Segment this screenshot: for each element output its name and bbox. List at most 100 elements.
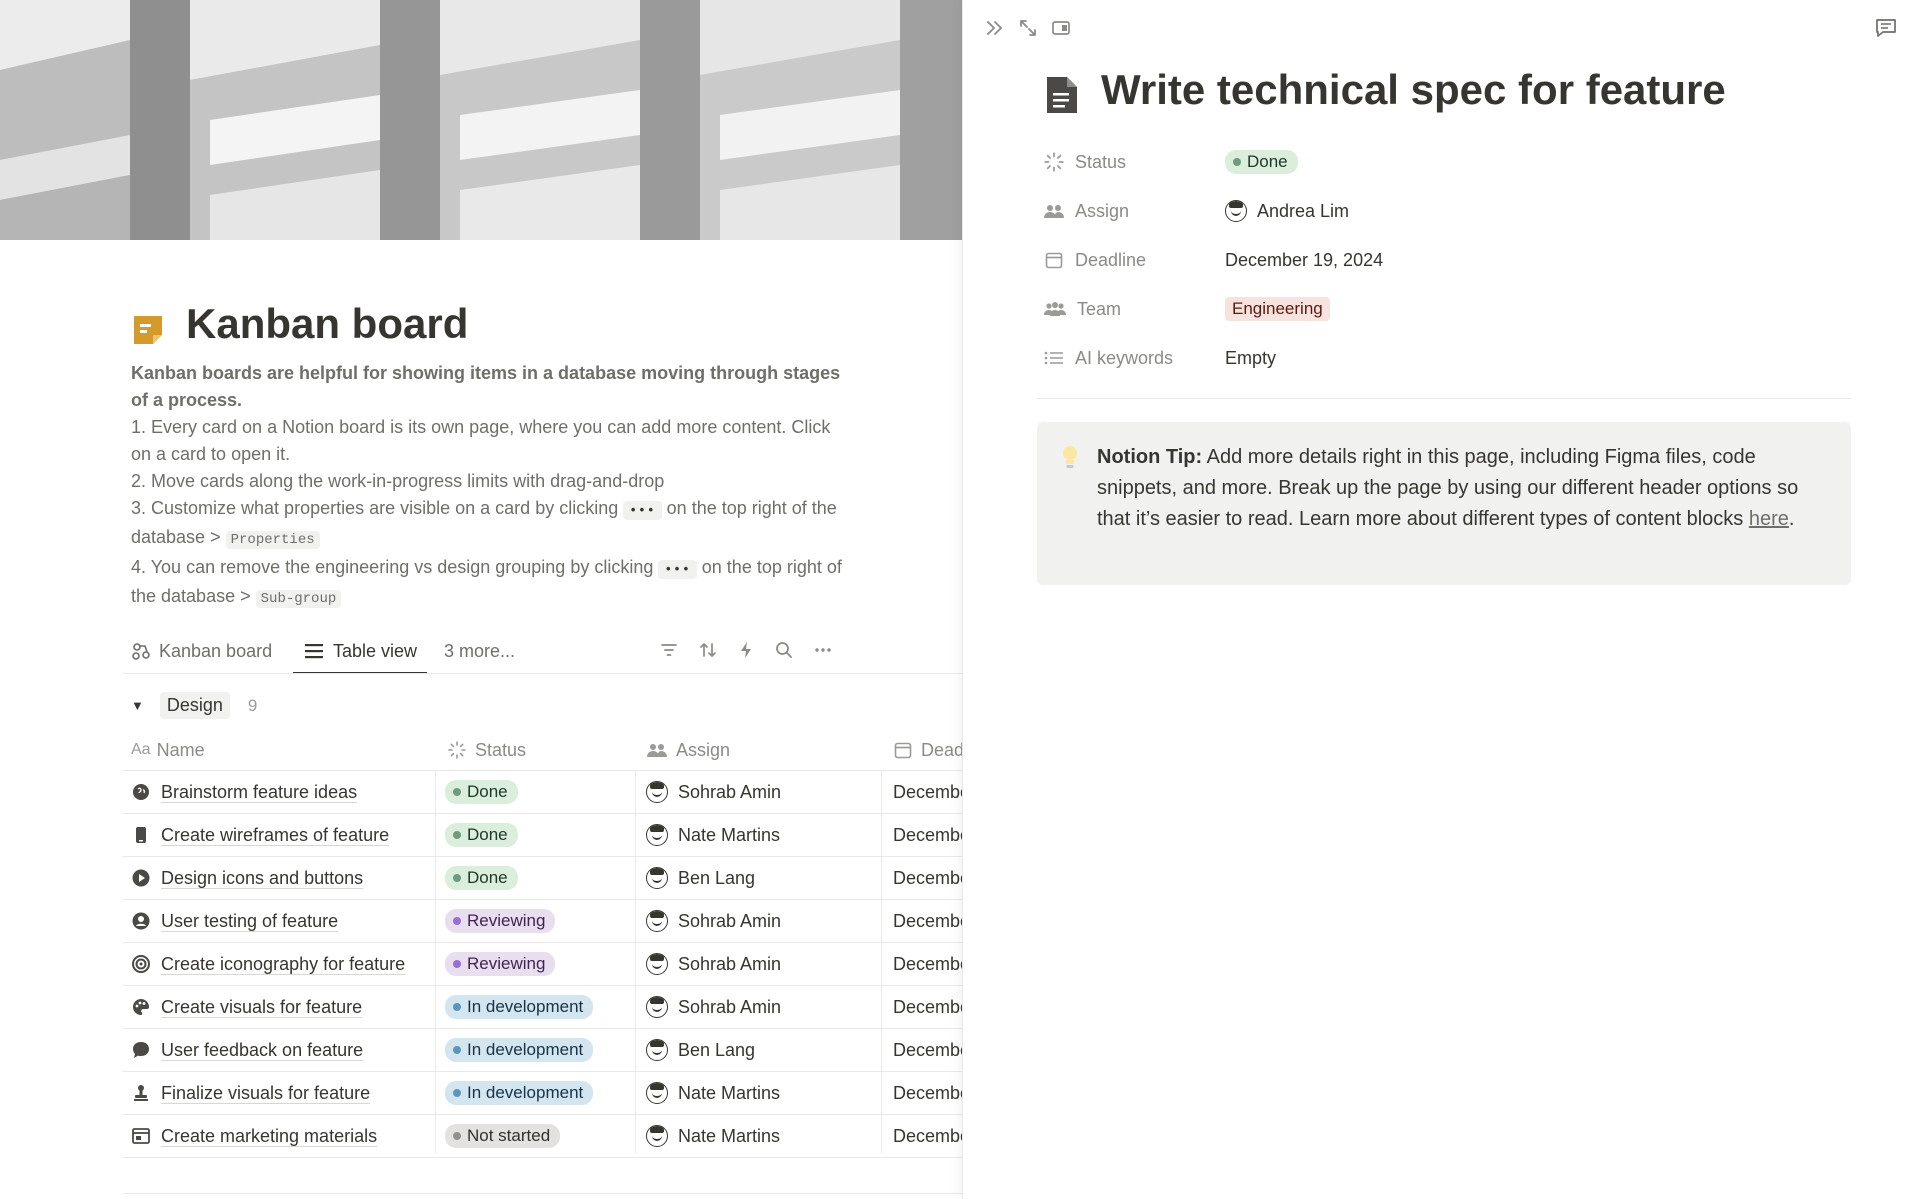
document-icon[interactable] xyxy=(1045,75,1079,115)
cell-status[interactable]: In development xyxy=(445,986,635,1028)
cell-status[interactable]: Done xyxy=(445,771,635,813)
comments-icon[interactable] xyxy=(1874,16,1898,40)
status-pill: In development xyxy=(445,995,594,1019)
cell-deadline[interactable]: December xyxy=(893,900,963,942)
cell-name[interactable]: User feedback on feature xyxy=(131,1029,435,1071)
collapse-triangle-icon[interactable]: ▼ xyxy=(131,698,144,713)
column-header-deadline[interactable]: Dead xyxy=(893,730,963,770)
cell-status[interactable]: Done xyxy=(445,857,635,899)
property-label[interactable]: Team xyxy=(1043,289,1121,329)
people-icon xyxy=(1044,205,1064,218)
cell-name[interactable]: Create wireframes of feature xyxy=(131,814,435,856)
table-row[interactable]: Finalize visuals for feature In developme… xyxy=(123,1072,963,1115)
column-header-assign[interactable]: Assign xyxy=(646,730,730,770)
filter-icon[interactable] xyxy=(657,638,681,662)
label-text: Assign xyxy=(1075,200,1130,221)
column-label: Dead xyxy=(921,739,963,760)
cell-name[interactable]: Create marketing materials xyxy=(131,1115,435,1157)
property-value[interactable]: December 19, 2024 xyxy=(1225,240,1383,280)
table-row[interactable]: Brainstorm feature ideas Done Sohrab Amin D… xyxy=(123,771,963,814)
cell-name[interactable]: Design icons and buttons xyxy=(131,857,435,899)
group-header[interactable]: ▼ Design 9 xyxy=(131,692,257,719)
tab-table-view[interactable]: Table view xyxy=(293,630,428,674)
property-label[interactable]: Status xyxy=(1043,142,1126,182)
property-value[interactable]: Empty xyxy=(1225,338,1276,378)
status-dot xyxy=(453,831,461,839)
cell-assign[interactable]: Ben Lang xyxy=(646,1029,886,1071)
status-text: Done xyxy=(467,782,508,801)
cell-name[interactable]: Create visuals for feature xyxy=(131,986,435,1028)
cell-name[interactable]: Finalize visuals for feature xyxy=(131,1072,435,1114)
cell-deadline[interactable]: December xyxy=(893,771,963,813)
notion-tip-callout[interactable]: Notion Tip: Add more details right in th… xyxy=(1037,422,1851,585)
cell-assign[interactable]: Nate Martins xyxy=(646,1115,886,1157)
label-text: Team xyxy=(1077,298,1122,319)
sort-icon[interactable] xyxy=(696,638,720,662)
column-header-name[interactable]: Aa Name xyxy=(131,730,205,770)
deadline-text: December xyxy=(893,867,963,888)
column-label: Status xyxy=(475,739,527,760)
table-row[interactable]: User feedback on feature In development Be… xyxy=(123,1029,963,1072)
status-icon xyxy=(1044,152,1064,172)
sticky-note-icon[interactable] xyxy=(131,313,165,347)
property-value[interactable]: Done xyxy=(1225,142,1298,182)
cover-image[interactable] xyxy=(0,0,963,240)
status-dot xyxy=(453,1003,461,1011)
more-options-icon[interactable] xyxy=(811,638,835,662)
step-3-part-1: 3. Customize what properties are visible… xyxy=(131,498,619,518)
deadline-text: December xyxy=(893,1039,963,1060)
peek-mode-icon[interactable] xyxy=(1049,16,1073,40)
cell-status[interactable]: Reviewing xyxy=(445,943,635,985)
avatar xyxy=(646,1125,668,1147)
property-value[interactable]: Engineering xyxy=(1225,289,1330,329)
cell-deadline[interactable]: December xyxy=(893,943,963,985)
cell-name[interactable]: Create iconography for feature xyxy=(131,943,435,985)
cell-deadline[interactable]: December xyxy=(893,1072,963,1114)
avatar xyxy=(646,953,668,975)
cell-status[interactable]: In development xyxy=(445,1072,635,1114)
cell-assign[interactable]: Ben Lang xyxy=(646,857,886,899)
row-title: Finalize visuals for feature xyxy=(161,1082,371,1103)
lightbulb-icon[interactable] xyxy=(1059,444,1081,470)
cell-status[interactable]: Done xyxy=(445,814,635,856)
cell-deadline[interactable]: December xyxy=(893,986,963,1028)
table-row[interactable]: Create marketing materials Not started Nat… xyxy=(123,1115,963,1158)
cell-deadline[interactable]: December xyxy=(893,1115,963,1157)
cell-assign[interactable]: Sohrab Amin xyxy=(646,943,886,985)
cell-assign[interactable]: Nate Martins xyxy=(646,814,886,856)
table-row[interactable]: Create wireframes of feature Done Nate Mar… xyxy=(123,814,963,857)
property-label[interactable]: AI keywords xyxy=(1043,338,1173,378)
lightning-icon[interactable] xyxy=(734,638,758,662)
table-row[interactable]: User testing of feature Reviewing Sohrab A… xyxy=(123,900,963,943)
table-row[interactable]: Create visuals for feature In development… xyxy=(123,986,963,1029)
cell-name[interactable]: User testing of feature xyxy=(131,900,435,942)
property-label[interactable]: Deadline xyxy=(1043,240,1146,280)
cell-assign[interactable]: Sohrab Amin xyxy=(646,771,886,813)
cell-status[interactable]: In development xyxy=(445,1029,635,1071)
expand-icon[interactable] xyxy=(1016,16,1040,40)
peek-page-title[interactable]: Write technical spec for feature xyxy=(1101,66,1726,114)
cell-assign[interactable]: Sohrab Amin xyxy=(646,986,886,1028)
table-row[interactable]: Create iconography for feature Reviewing S… xyxy=(123,943,963,986)
cell-deadline[interactable]: December xyxy=(893,857,963,899)
cell-status[interactable]: Not started xyxy=(445,1115,635,1157)
status-pill: In development xyxy=(445,1038,594,1062)
more-dots-code: ••• xyxy=(623,501,662,520)
property-value[interactable]: Andrea Lim xyxy=(1225,191,1349,231)
cell-status[interactable]: Reviewing xyxy=(445,900,635,942)
column-header-status[interactable]: Status xyxy=(447,730,526,770)
close-peek-chevrons-icon[interactable] xyxy=(983,16,1007,40)
property-label[interactable]: Assign xyxy=(1043,191,1129,231)
cell-assign[interactable]: Nate Martins xyxy=(646,1072,886,1114)
search-icon[interactable] xyxy=(772,638,796,662)
table-row[interactable]: Design icons and buttons Done Ben Lang Dece… xyxy=(123,857,963,900)
cell-deadline[interactable]: December xyxy=(893,814,963,856)
tab-kanban-board[interactable]: Kanban board xyxy=(131,630,272,672)
cell-name[interactable]: Brainstorm feature ideas xyxy=(131,771,435,813)
tab-more-views[interactable]: 3 more... xyxy=(444,630,515,672)
cell-deadline[interactable]: December xyxy=(893,1029,963,1071)
page-title[interactable]: Kanban board xyxy=(186,300,468,348)
cell-assign[interactable]: Sohrab Amin xyxy=(646,900,886,942)
avatar xyxy=(646,910,668,932)
here-link[interactable]: here xyxy=(1749,508,1789,530)
